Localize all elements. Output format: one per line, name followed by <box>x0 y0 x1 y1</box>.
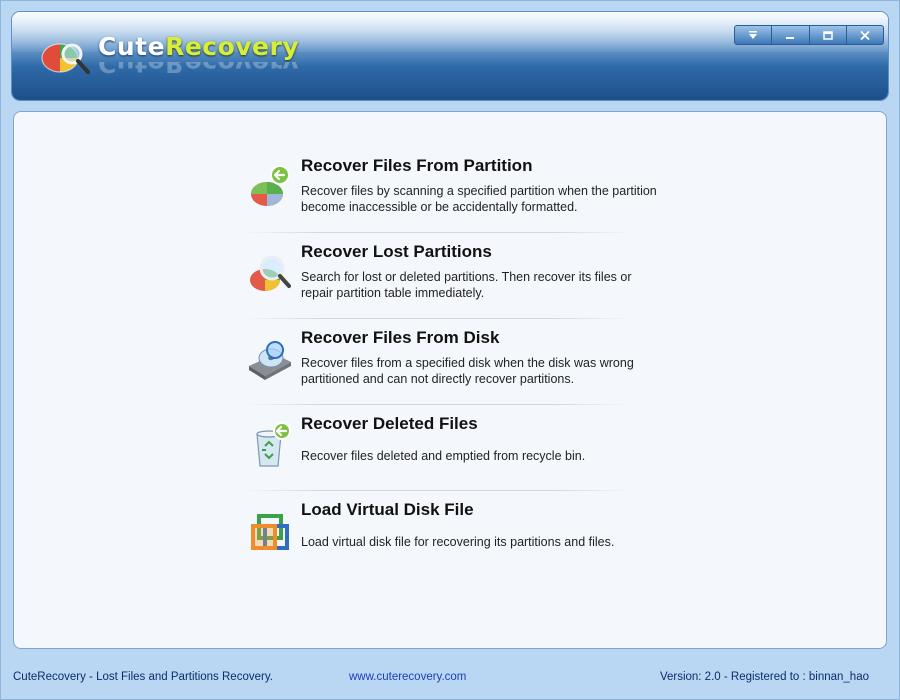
status-bar: CuteRecovery - Lost Files and Partitions… <box>1 661 899 697</box>
recover-lost-partitions-option[interactable]: Recover Lost Partitions Search for lost … <box>247 242 667 326</box>
divider <box>242 232 632 233</box>
chevron-down-icon <box>749 30 758 39</box>
load-virtual-disk-file-option[interactable]: Load Virtual Disk File Load virtual disk… <box>247 500 667 584</box>
option-description: Search for lost or deleted partitions. T… <box>301 270 632 300</box>
brand-title: CuteRecovery <box>98 32 299 61</box>
main-panel: Recover Files From Partition Recover fil… <box>13 111 887 649</box>
recover-files-from-disk-option[interactable]: Recover Files From Disk Recover files fr… <box>247 328 667 412</box>
divider <box>242 318 632 319</box>
website-link[interactable]: www.cuterecovery.com <box>349 671 466 683</box>
option-description: Recover files deleted and emptied from r… <box>301 449 586 463</box>
option-description: Recover files from a specified disk when… <box>301 356 634 386</box>
recover-deleted-files-option[interactable]: Recover Deleted Files Recover files dele… <box>247 414 667 498</box>
option-description: Load virtual disk file for recovering it… <box>301 535 615 549</box>
option-title: Recover Deleted Files <box>301 414 478 433</box>
divider <box>242 490 632 491</box>
virtual-disk-icon <box>251 514 289 550</box>
divider <box>242 404 632 405</box>
app-window: CuteRecovery CuteRecovery Recover Files … <box>0 0 900 700</box>
maximize-icon <box>822 30 833 40</box>
recover-files-from-partition-option[interactable]: Recover Files From Partition Recover fil… <box>247 156 667 240</box>
partition-search-icon <box>250 255 291 291</box>
recycle-bin-icon <box>256 422 291 467</box>
option-description: Recover files by scanning a specified pa… <box>301 184 657 214</box>
option-title: Recover Files From Disk <box>301 328 500 347</box>
app-logo-icon <box>41 43 90 74</box>
brand-reflection-part-2: Recovery <box>165 62 300 78</box>
status-app-description: CuteRecovery - Lost Files and Partitions… <box>13 671 273 683</box>
header-banner: CuteRecovery CuteRecovery <box>12 12 888 100</box>
brand-reflection-part-1: Cute <box>98 62 166 78</box>
option-title: Recover Files From Partition <box>301 156 533 175</box>
close-icon <box>860 30 870 40</box>
brand-reflection: CuteRecovery <box>98 62 299 78</box>
partition-recover-icon <box>251 165 290 206</box>
brand-part-1: Cute <box>98 32 166 61</box>
minimize-icon <box>786 36 795 39</box>
close-button[interactable] <box>847 26 883 44</box>
minimize-button[interactable] <box>772 26 810 44</box>
option-title: Recover Lost Partitions <box>301 242 492 261</box>
maximize-button[interactable] <box>810 26 847 44</box>
brand-part-2: Recovery <box>165 32 300 61</box>
option-title: Load Virtual Disk File <box>301 500 474 519</box>
menu-dropdown-button[interactable] <box>735 26 773 44</box>
window-controls <box>734 25 884 45</box>
disk-recover-icon <box>249 341 291 380</box>
status-version: Version: 2.0 - Registered to : binnan_ha… <box>659 671 869 683</box>
